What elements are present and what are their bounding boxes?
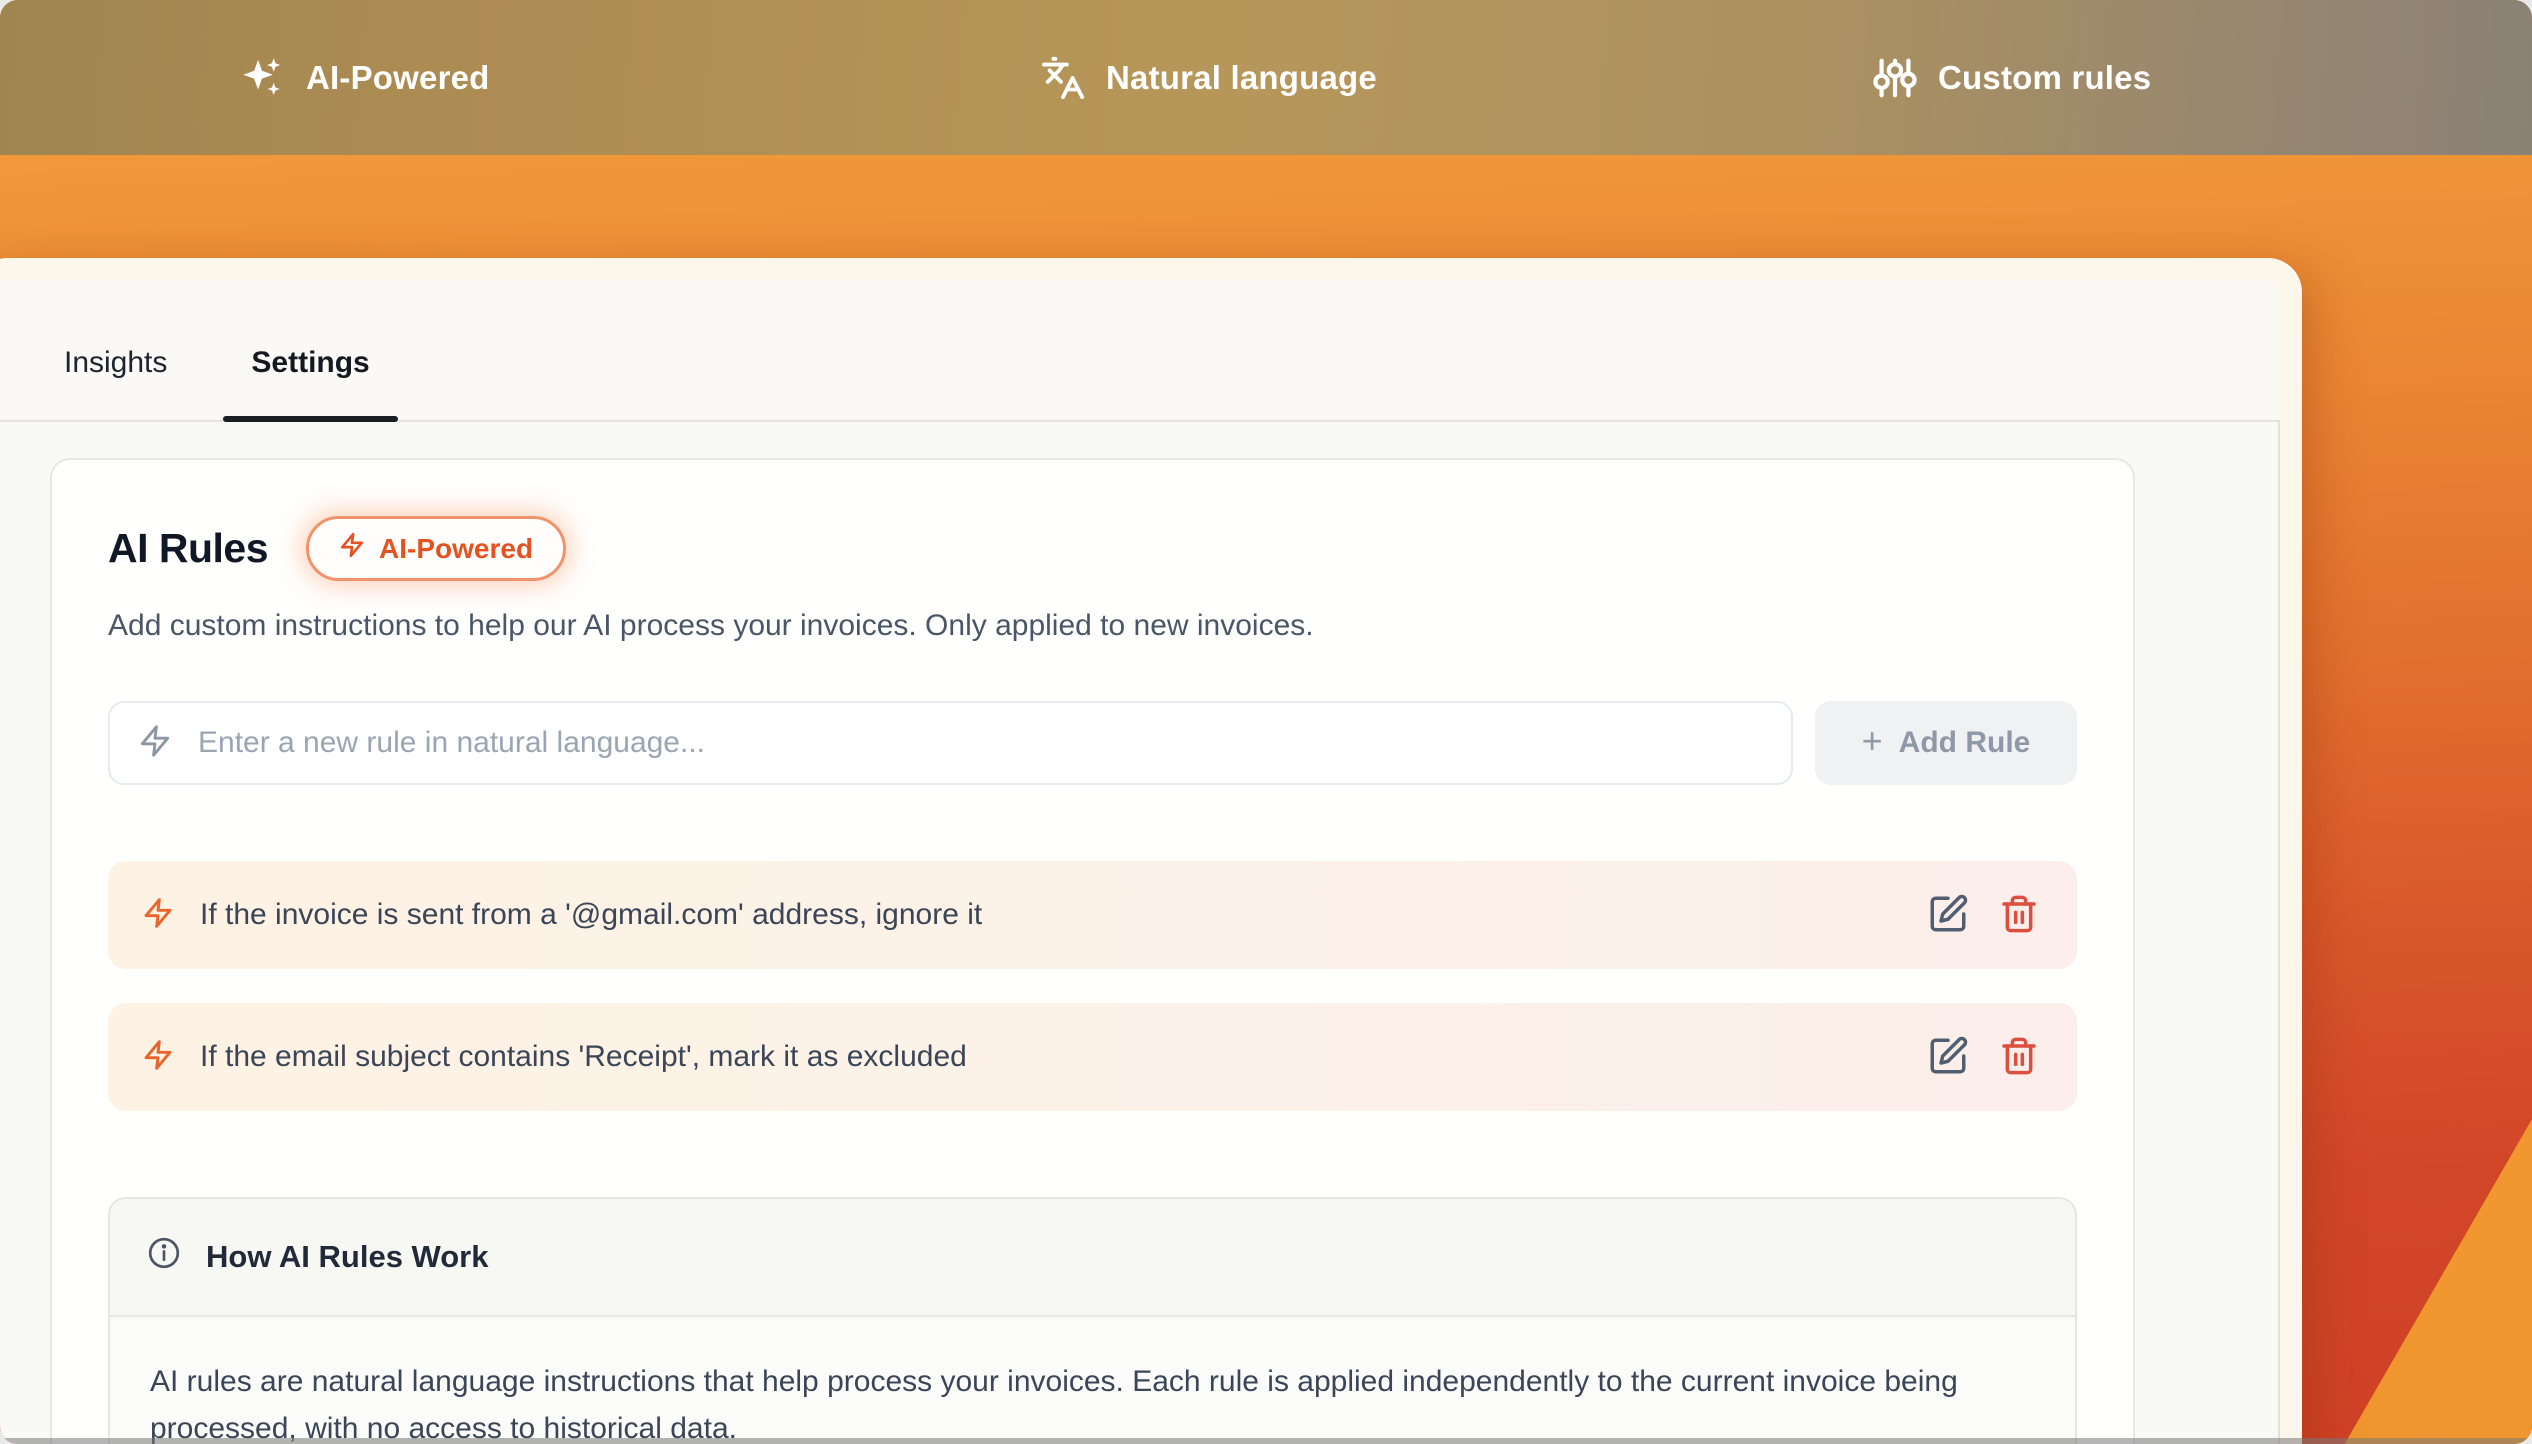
- delete-rule-button[interactable]: [1999, 1036, 2039, 1079]
- zap-icon: [142, 897, 174, 934]
- new-rule-field-wrap: [108, 701, 1793, 785]
- card-title-row: AI Rules AI-Powered: [108, 516, 2077, 581]
- feature-label: Custom rules: [1938, 59, 2151, 97]
- feature-natural-language: Natural language: [1040, 55, 1377, 101]
- rule-text: If the invoice is sent from a '@gmail.co…: [200, 898, 1901, 932]
- trash-icon: [1999, 1036, 2039, 1079]
- sparkles-icon: [240, 55, 286, 101]
- how-box-header: How AI Rules Work: [110, 1199, 2075, 1317]
- add-rule-button[interactable]: + Add Rule: [1815, 701, 2077, 785]
- card-description: Add custom instructions to help our AI p…: [108, 609, 2077, 643]
- badge-label: AI-Powered: [379, 533, 533, 565]
- how-box-text: AI rules are natural language instructio…: [150, 1359, 2035, 1444]
- feature-banner: AI-Powered Natural language: [0, 0, 2532, 155]
- add-rule-label: Add Rule: [1899, 726, 2031, 760]
- how-ai-rules-work-box: How AI Rules Work AI rules are natural l…: [108, 1197, 2077, 1444]
- screenshot-root: AI-Powered Natural language: [0, 0, 2532, 1444]
- rule-actions: [1927, 1035, 2039, 1080]
- edit-rule-button[interactable]: [1927, 1035, 1969, 1080]
- screenshot-bottom-edge: [0, 1438, 2532, 1444]
- app-window: Insights Settings AI Rules AI-Powered: [0, 258, 2302, 1444]
- zap-icon: [142, 1039, 174, 1076]
- square-pen-icon: [1927, 1035, 1969, 1080]
- tab-insights[interactable]: Insights: [58, 346, 173, 420]
- how-box-body: AI rules are natural language instructio…: [110, 1317, 2075, 1444]
- feature-custom-rules: Custom rules: [1872, 55, 2151, 101]
- delete-rule-button[interactable]: [1999, 894, 2039, 937]
- plus-icon: +: [1862, 723, 1883, 759]
- sliders-icon: [1872, 55, 1918, 101]
- info-icon: [146, 1235, 182, 1279]
- square-pen-icon: [1927, 893, 1969, 938]
- tab-bar: Insights Settings: [0, 280, 2280, 422]
- edit-rule-button[interactable]: [1927, 893, 1969, 938]
- new-rule-row: + Add Rule: [108, 701, 2077, 785]
- feature-ai-powered: AI-Powered: [240, 55, 490, 101]
- zap-icon: [339, 532, 365, 565]
- rule-row: If the email subject contains 'Receipt',…: [108, 1003, 2077, 1111]
- languages-icon: [1040, 55, 1086, 101]
- trash-icon: [1999, 894, 2039, 937]
- how-box-title: How AI Rules Work: [206, 1239, 488, 1275]
- zap-icon: [138, 724, 172, 763]
- rule-text: If the email subject contains 'Receipt',…: [200, 1040, 1901, 1074]
- ai-powered-badge: AI-Powered: [306, 516, 566, 581]
- tab-settings[interactable]: Settings: [245, 346, 375, 420]
- feature-label: Natural language: [1106, 59, 1377, 97]
- rule-actions: [1927, 893, 2039, 938]
- settings-content: AI Rules AI-Powered Add custom instructi…: [0, 422, 2280, 1444]
- new-rule-input[interactable]: [196, 725, 1763, 761]
- feature-label: AI-Powered: [306, 59, 490, 97]
- ai-rules-card: AI Rules AI-Powered Add custom instructi…: [50, 458, 2135, 1444]
- rule-row: If the invoice is sent from a '@gmail.co…: [108, 861, 2077, 969]
- rules-list: If the invoice is sent from a '@gmail.co…: [108, 861, 2077, 1111]
- card-title: AI Rules: [108, 525, 268, 572]
